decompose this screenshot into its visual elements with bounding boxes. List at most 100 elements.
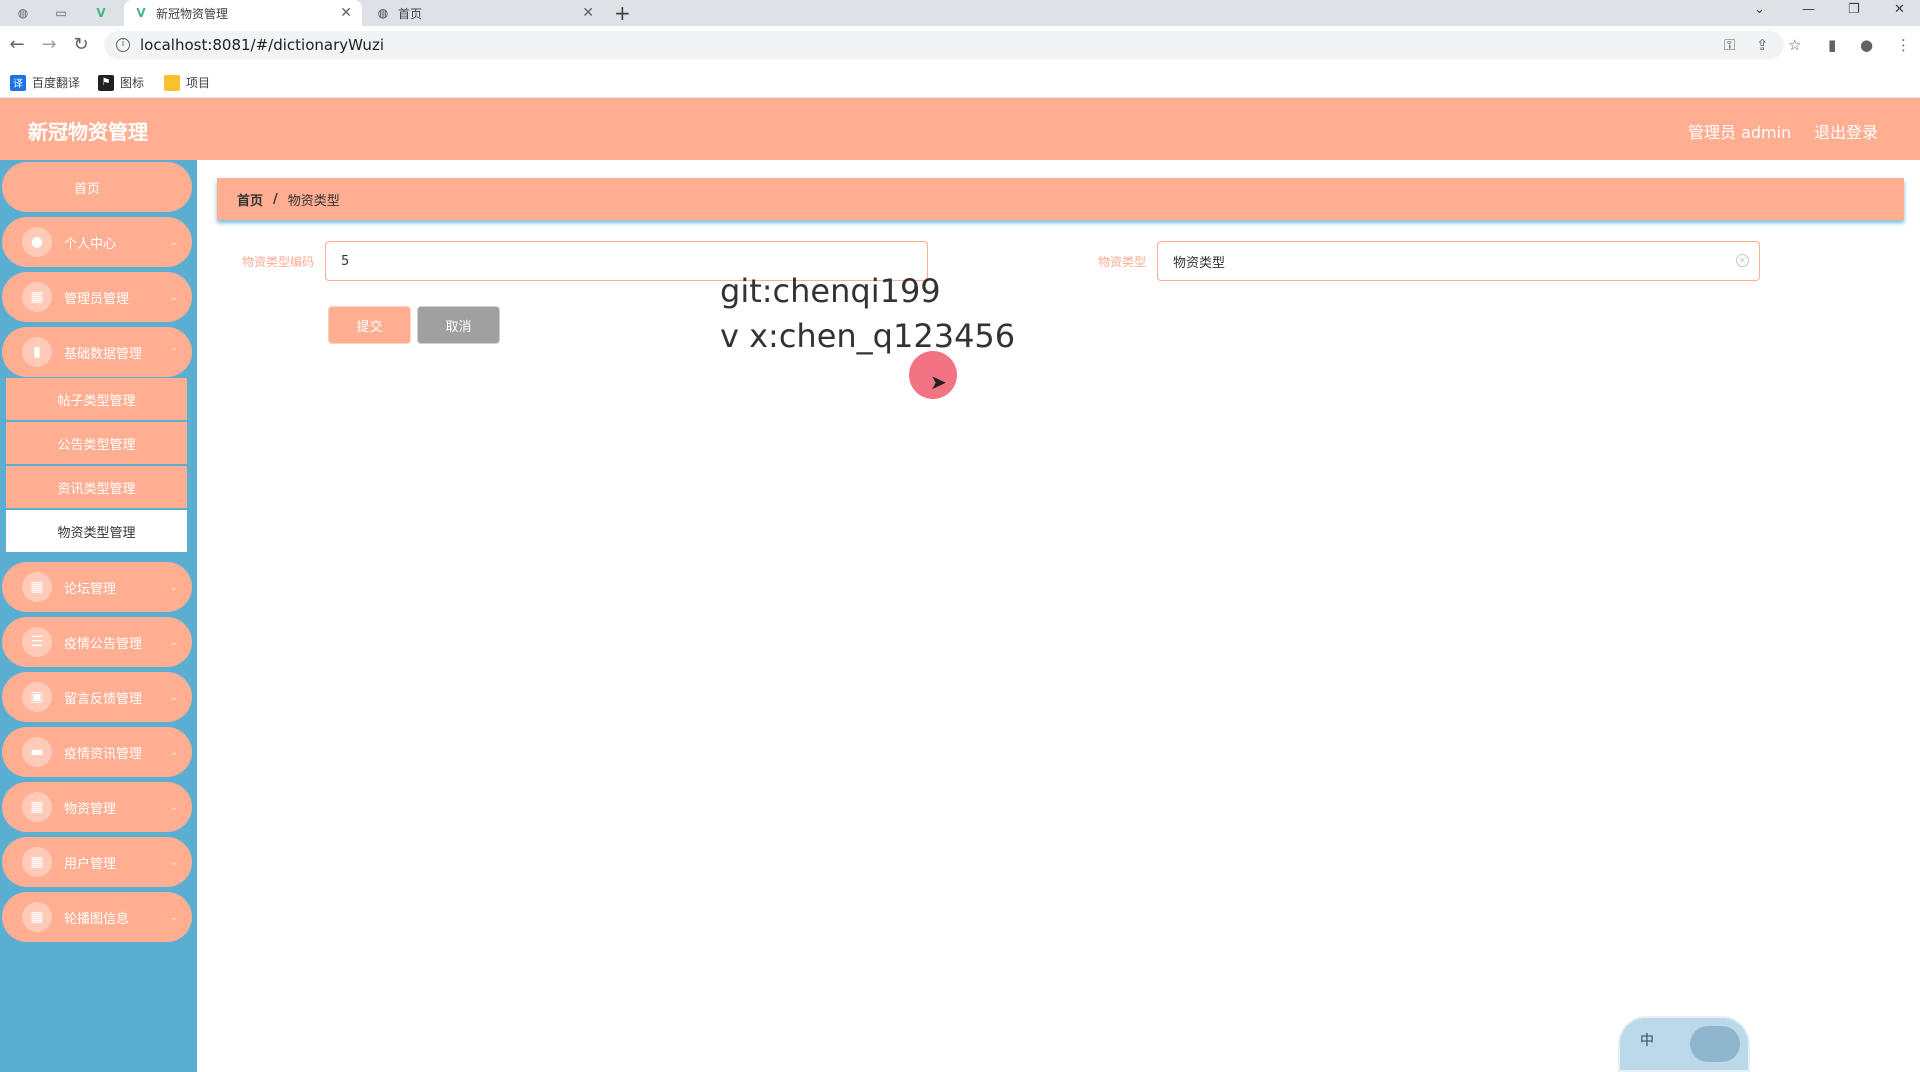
browser-tab-strip: ◍ ▭ V V 新冠物资管理 ✕ ◍ 首页 ✕ + ⌄ — ❐ ✕ [0,0,1920,26]
material-type-code-value: 5 [341,253,350,269]
submenu-item-label: 公告类型管理 [57,437,136,453]
bookmark-icons[interactable]: ⚑ 图标 [98,74,144,91]
clipboard-icon: ▣ [22,682,52,712]
tab-close-icon[interactable]: ✕ [582,5,594,21]
pinned-tab-vue[interactable]: V [88,4,114,22]
menu-dots-icon[interactable]: ⋮ [1896,36,1911,54]
sidebar-item-carousel[interactable]: ▦ 轮播图信息 ⌄ [2,892,192,942]
reload-icon[interactable]: ↻ [70,34,92,56]
submenu-item-label: 帖子类型管理 [57,393,136,409]
grid-icon: ▦ [22,792,52,822]
material-type-code-label: 物资类型编码 [241,255,314,269]
new-tab-button[interactable]: + [614,1,631,25]
message-icon: ▬ [22,737,52,767]
tab-active[interactable]: V 新冠物资管理 ✕ [124,0,362,26]
sidebar-item-label: 基础数据管理 [64,346,143,362]
bookmark-project[interactable]: 项目 [164,74,210,91]
key-icon[interactable]: ⚿ [1724,36,1735,54]
sidebar-item-label: 留言反馈管理 [64,691,143,707]
sidebar-item-label: 论坛管理 [64,581,117,597]
breadcrumb-home[interactable]: 首页 [237,190,263,209]
submenu-item-material-type[interactable]: 物资类型管理 [6,510,187,552]
chevron-down-icon: ⌄ [169,581,178,593]
chevron-down-icon: ⌄ [169,911,178,923]
sidebar-item-personal-center[interactable]: ● 个人中心 ⌄ [2,217,192,267]
pinned-tab-blank[interactable]: ▭ [48,4,74,22]
bookmark-label: 项目 [186,76,211,90]
sidebar-item-epidemic-notice[interactable]: ☰ 疫情公告管理 ⌄ [2,617,192,667]
minimize-icon[interactable]: — [1802,2,1815,17]
sidebar-item-label: 首页 [73,181,100,197]
watermark-line-1: git:chenqi199 [720,272,941,310]
bookmark-translate[interactable]: 译 百度翻译 [10,74,80,91]
restore-icon[interactable]: ❐ [1848,2,1860,17]
sliders-icon: ☰ [22,627,52,657]
grid-icon: ▦ [22,282,52,312]
tab-search-icon[interactable]: ⌄ [1754,2,1765,17]
pinned-tab-globe[interactable]: ◍ [10,4,36,22]
chevron-down-icon: ⌄ [169,856,178,868]
logout-link[interactable]: 退出登录 [1814,119,1878,143]
sidebar-item-forum[interactable]: ▦ 论坛管理 ⌄ [2,562,192,612]
cancel-button-label: 取消 [445,319,472,335]
flag-icon: ⚑ [98,74,114,91]
tab-inactive[interactable]: ◍ 首页 ✕ [366,0,604,26]
sidebar-item-label: 物资管理 [64,801,117,817]
sidebar-item-label: 用户管理 [64,856,117,872]
chevron-down-icon: ⌄ [169,801,178,813]
bar-chart-icon: ▮ [22,337,52,367]
folder-icon [164,74,180,91]
close-window-icon[interactable]: ✕ [1894,2,1905,17]
sidebar-item-label: 疫情公告管理 [64,636,143,652]
ime-mascot-icon [1690,1026,1740,1062]
globe-icon: ◍ [17,6,29,20]
submenu-item-label: 资讯类型管理 [57,481,136,497]
sidebar-item-basic-data[interactable]: ▮ 基础数据管理 ⌃ [2,327,192,377]
sidebar: 首页 ● 个人中心 ⌄ ▦ 管理员管理 ⌄ ▮ 基础数据管理 ⌃ 帖子类型管理 … [0,160,197,1072]
address-bar[interactable]: i localhost:8081/#/dictionaryWuzi [104,31,1784,59]
bookmark-label: 百度翻译 [32,76,81,90]
blank-page-icon: ▭ [55,6,67,20]
site-info-icon[interactable]: i [116,38,130,52]
sidebar-item-home[interactable]: 首页 [2,162,192,212]
mouse-cursor-icon: ➤ [930,370,947,394]
sidebar-item-materials[interactable]: ▦ 物资管理 ⌄ [2,782,192,832]
submenu-item-notice-type[interactable]: 公告类型管理 [6,422,187,464]
submit-button-label: 提交 [356,319,383,335]
sidebar-item-epidemic-news[interactable]: ▬ 疫情资讯管理 ⌄ [2,727,192,777]
chevron-down-icon: ⌄ [169,636,178,648]
sidebar-item-label: 管理员管理 [64,291,130,307]
material-type-label: 物资类型 [1097,255,1146,269]
chevron-up-icon: ⌃ [169,346,178,358]
bookmarks-bar: 译 百度翻译 ⚑ 图标 项目 [0,70,1920,98]
share-icon[interactable]: ⇪ [1756,36,1769,54]
chevron-down-icon: ⌄ [169,291,178,303]
side-panel-icon[interactable]: ▮ [1828,36,1836,54]
back-icon[interactable]: ← [6,34,28,56]
clear-icon[interactable]: ✕ [1736,254,1749,267]
vue-logo-icon: V [136,6,146,20]
chevron-down-icon: ⌄ [169,691,178,703]
material-type-field[interactable]: 物资类型 ✕ [1157,241,1760,281]
vue-logo-icon: V [96,6,106,20]
tab-close-icon[interactable]: ✕ [340,5,352,21]
profile-icon[interactable]: ● [1860,36,1873,54]
ime-widget[interactable]: 中 [1618,1016,1750,1072]
submenu-item-news-type[interactable]: 资讯类型管理 [6,466,187,508]
sidebar-item-users[interactable]: ▦ 用户管理 ⌄ [2,837,192,887]
browser-toolbar: ← → ↻ i localhost:8081/#/dictionaryWuzi … [0,26,1920,70]
submit-button[interactable]: 提交 [328,306,411,344]
breadcrumb-current: 物资类型 [287,193,340,209]
forward-icon[interactable]: → [38,34,60,56]
tab-title: 首页 [398,6,423,21]
chevron-down-icon: ⌄ [169,236,178,248]
app-header: 新冠物资管理 管理员 admin 退出登录 [0,98,1920,160]
star-icon[interactable]: ☆ [1788,36,1801,54]
material-type-value: 物资类型 [1173,255,1226,271]
sidebar-item-admin-management[interactable]: ▦ 管理员管理 ⌄ [2,272,192,322]
submenu-item-post-type[interactable]: 帖子类型管理 [6,378,187,420]
sidebar-item-label: 轮播图信息 [64,911,130,927]
bookmark-label: 图标 [120,76,145,90]
sidebar-item-feedback[interactable]: ▣ 留言反馈管理 ⌄ [2,672,192,722]
cancel-button[interactable]: 取消 [417,306,500,344]
